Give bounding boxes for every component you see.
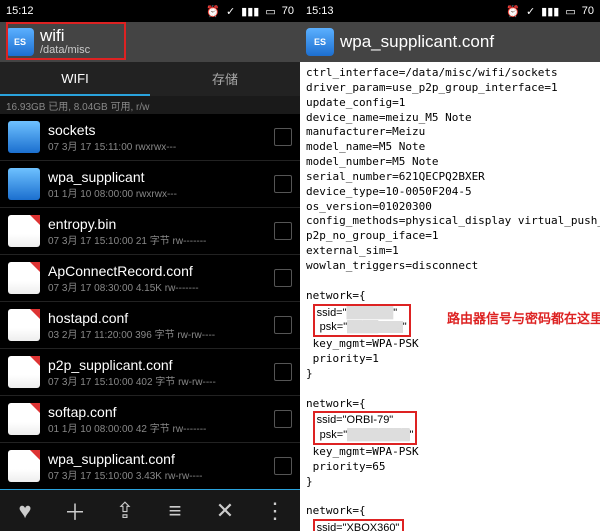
file-row[interactable]: entropy.bin07 3月 17 15:10:00 21 字节 rw---… xyxy=(0,208,300,255)
file-name: wpa_supplicant.conf xyxy=(48,451,266,467)
file-row[interactable]: softap.conf01 1月 10 08:00:00 42 字节 rw---… xyxy=(0,396,300,443)
file-meta: 01 1月 10 08:00:00 rwxrwx--- xyxy=(48,185,266,200)
statusbar-right: 15:13 ⏰ ✓ ▮▮▮ ▭ 70 xyxy=(300,0,600,22)
wifi-icon: ✓ xyxy=(526,5,535,18)
time: 15:12 xyxy=(6,5,34,17)
signal-icon: ▮▮▮ xyxy=(241,5,259,18)
app-icon: ES xyxy=(306,28,334,56)
wifi-icon: ✓ xyxy=(226,5,235,18)
header-sub: /data/misc xyxy=(40,45,90,57)
file-icon xyxy=(8,309,40,341)
alarm-icon: ⏰ xyxy=(506,5,520,18)
file-meta: 07 3月 17 15:11:00 rwxrwx--- xyxy=(48,138,266,153)
file-icon xyxy=(8,403,40,435)
file-list[interactable]: sockets07 3月 17 15:11:00 rwxrwx--- wpa_su… xyxy=(0,114,300,489)
file-meta: 07 3月 17 15:10:00 21 字节 rw------- xyxy=(48,232,266,247)
file-meta: 07 3月 17 15:10:00 3.43K rw-rw---- xyxy=(48,467,266,482)
file-row[interactable]: sockets07 3月 17 15:11:00 rwxrwx--- xyxy=(0,114,300,161)
bottom-btn-5[interactable]: ⋮ xyxy=(250,490,300,531)
file-meta: 07 3月 17 08:30:00 4.15K rw------- xyxy=(48,279,266,294)
file-name: entropy.bin xyxy=(48,216,266,232)
file-name: ApConnectRecord.conf xyxy=(48,263,266,279)
tab-wifi[interactable]: WIFI xyxy=(0,62,150,96)
status-icons: ⏰ ✓ ▮▮▮ ▭ 70 xyxy=(206,5,294,18)
battery-pct: 70 xyxy=(282,5,294,17)
file-checkbox[interactable] xyxy=(274,222,292,240)
alarm-icon: ⏰ xyxy=(206,5,220,18)
battery-icon: ▭ xyxy=(565,5,575,18)
file-icon xyxy=(8,356,40,388)
file-icon xyxy=(8,450,40,482)
folder-icon xyxy=(8,168,40,200)
file-texts: p2p_supplicant.conf07 3月 17 15:10:00 402… xyxy=(48,357,266,388)
file-name: hostapd.conf xyxy=(48,310,266,326)
status-icons: ⏰ ✓ ▮▮▮ ▭ 70 xyxy=(506,5,594,18)
file-checkbox[interactable] xyxy=(274,316,292,334)
file-checkbox[interactable] xyxy=(274,128,292,146)
file-texts: sockets07 3月 17 15:11:00 rwxrwx--- xyxy=(48,122,266,153)
file-checkbox[interactable] xyxy=(274,457,292,475)
file-texts: ApConnectRecord.conf07 3月 17 08:30:00 4.… xyxy=(48,263,266,294)
header-left: ES wifi /data/misc xyxy=(0,22,300,62)
file-checkbox[interactable] xyxy=(274,175,292,193)
file-name: wpa_supplicant xyxy=(48,169,266,185)
file-meta: 03 2月 17 11:20:00 396 字节 rw-rw---- xyxy=(48,326,266,341)
file-meta: 07 3月 17 15:10:00 402 字节 rw-rw---- xyxy=(48,373,266,388)
file-icon xyxy=(8,262,40,294)
file-checkbox[interactable] xyxy=(274,269,292,287)
file-meta: 01 1月 10 08:00:00 42 字节 rw------- xyxy=(48,420,266,435)
file-checkbox[interactable] xyxy=(274,410,292,428)
storage-info: 16.93GB 已用, 8.04GB 可用, r/w xyxy=(0,96,300,114)
file-row[interactable]: ApConnectRecord.conf07 3月 17 08:30:00 4.… xyxy=(0,255,300,302)
text-viewer[interactable]: ctrl_interface=/data/misc/wifi/sockets d… xyxy=(300,62,600,531)
file-texts: wpa_supplicant01 1月 10 08:00:00 rwxrwx--… xyxy=(48,169,266,200)
bottom-btn-4[interactable]: ✕ xyxy=(200,490,250,531)
bottom-btn-2[interactable]: ⇪ xyxy=(100,490,150,531)
bottom-btn-1[interactable]: ＋ xyxy=(50,490,100,531)
annotation-hint: 路由器信号与密码都在这里 xyxy=(447,310,600,328)
tab-storage[interactable]: 存储 xyxy=(150,62,300,96)
file-texts: entropy.bin07 3月 17 15:10:00 21 字节 rw---… xyxy=(48,216,266,247)
file-row[interactable]: p2p_supplicant.conf07 3月 17 15:10:00 402… xyxy=(0,349,300,396)
signal-icon: ▮▮▮ xyxy=(541,5,559,18)
battery-icon: ▭ xyxy=(265,5,275,18)
header-right: ES wpa_supplicant.conf xyxy=(300,22,600,62)
battery-pct: 70 xyxy=(582,5,594,17)
bottom-btn-3[interactable]: ≡ xyxy=(150,490,200,531)
tabs: WIFI 存储 xyxy=(0,62,300,96)
file-texts: wpa_supplicant.conf07 3月 17 15:10:00 3.4… xyxy=(48,451,266,482)
header-title: wifi xyxy=(40,27,90,45)
statusbar-left: 15:12 ⏰ ✓ ▮▮▮ ▭ 70 xyxy=(0,0,300,22)
file-texts: hostapd.conf03 2月 17 11:20:00 396 字节 rw-… xyxy=(48,310,266,341)
file-name: sockets xyxy=(48,122,266,138)
bottom-bar: ♥＋⇪≡✕⋮ xyxy=(0,489,300,531)
file-name: p2p_supplicant.conf xyxy=(48,357,266,373)
file-texts: softap.conf01 1月 10 08:00:00 42 字节 rw---… xyxy=(48,404,266,435)
file-row[interactable]: wpa_supplicant.conf07 3月 17 15:10:00 3.4… xyxy=(0,443,300,489)
file-row[interactable]: wpa_supplicant01 1月 10 08:00:00 rwxrwx--… xyxy=(0,161,300,208)
time: 15:13 xyxy=(306,5,334,17)
file-checkbox[interactable] xyxy=(274,363,292,381)
bottom-btn-0[interactable]: ♥ xyxy=(0,490,50,531)
header-title: wpa_supplicant.conf xyxy=(340,33,494,51)
file-row[interactable]: hostapd.conf03 2月 17 11:20:00 396 字节 rw-… xyxy=(0,302,300,349)
app-icon: ES xyxy=(6,28,34,56)
folder-icon xyxy=(8,121,40,153)
file-icon xyxy=(8,215,40,247)
phone-right: 15:13 ⏰ ✓ ▮▮▮ ▭ 70 ES wpa_supplicant.con… xyxy=(300,0,600,531)
file-name: softap.conf xyxy=(48,404,266,420)
phone-left: 15:12 ⏰ ✓ ▮▮▮ ▭ 70 ES wifi /data/misc WI… xyxy=(0,0,300,531)
